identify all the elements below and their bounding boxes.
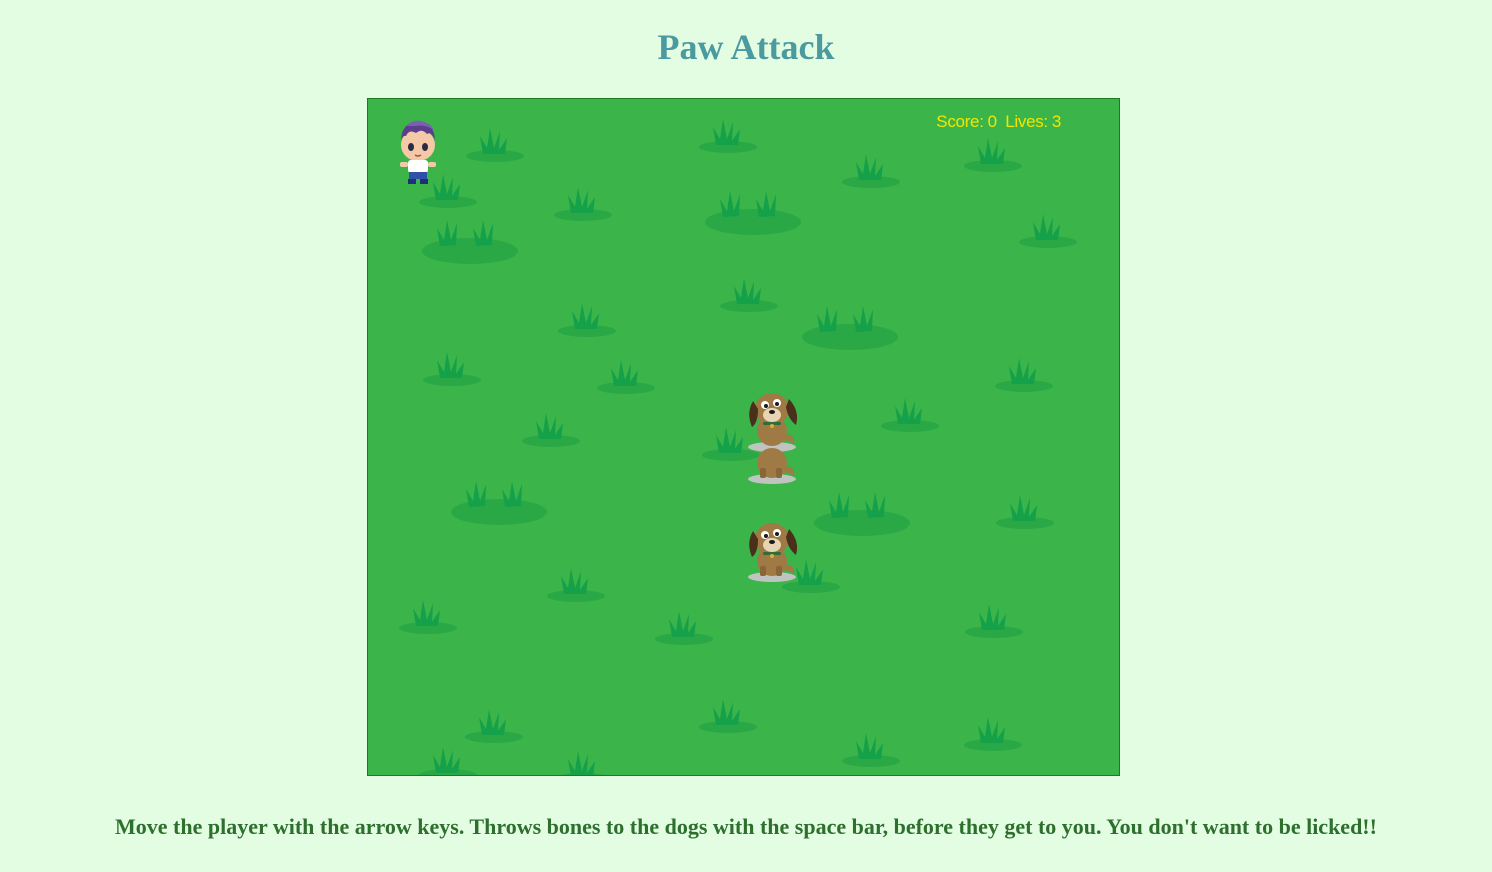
game-title: Paw Attack bbox=[657, 27, 835, 67]
grass-tuft bbox=[423, 352, 481, 386]
grass-tuft bbox=[842, 154, 900, 188]
grass-tuft bbox=[399, 600, 457, 634]
grass-tuft bbox=[466, 128, 524, 162]
grass-tuft bbox=[705, 191, 801, 235]
grass-tuft bbox=[996, 495, 1054, 529]
grass-tuft bbox=[964, 717, 1022, 751]
grass-tuft bbox=[881, 398, 939, 432]
grass-tuft bbox=[995, 358, 1053, 392]
hud: Score: 0 Lives: 3 bbox=[932, 112, 1061, 132]
grass-tuft bbox=[655, 611, 713, 645]
dog-icon bbox=[748, 448, 796, 484]
grass-tuft bbox=[547, 568, 605, 602]
grass-tuft bbox=[522, 413, 580, 447]
game-instructions: Move the player with the arrow keys. Thr… bbox=[115, 814, 1377, 839]
grass-tuft bbox=[965, 604, 1023, 638]
grass-tuft bbox=[554, 187, 612, 221]
grass-tuft bbox=[422, 220, 518, 264]
grass-tuft bbox=[699, 699, 757, 733]
player-icon bbox=[400, 120, 436, 184]
grass-tuft bbox=[419, 747, 477, 775]
grass-tuft bbox=[465, 709, 523, 743]
grass-tuft bbox=[842, 733, 900, 767]
grass-tuft bbox=[554, 751, 612, 775]
dog-icon bbox=[748, 523, 798, 582]
grass-tuft bbox=[720, 278, 778, 312]
lives-value: 3 bbox=[1051, 112, 1061, 131]
lives-label: Lives: bbox=[1005, 112, 1048, 131]
grass-tuft bbox=[802, 306, 898, 350]
grass-tuft bbox=[597, 360, 655, 394]
score-label: Score: bbox=[936, 112, 984, 131]
grass-tuft bbox=[1019, 214, 1077, 248]
grass-tuft bbox=[558, 303, 616, 337]
grass-tuft bbox=[964, 138, 1022, 172]
game-canvas[interactable]: Score: 0 Lives: 3 bbox=[367, 98, 1120, 776]
grass-tuft bbox=[814, 492, 910, 536]
grass-tuft bbox=[699, 119, 757, 153]
score-value: 0 bbox=[987, 112, 997, 131]
grass-tuft bbox=[451, 481, 547, 525]
